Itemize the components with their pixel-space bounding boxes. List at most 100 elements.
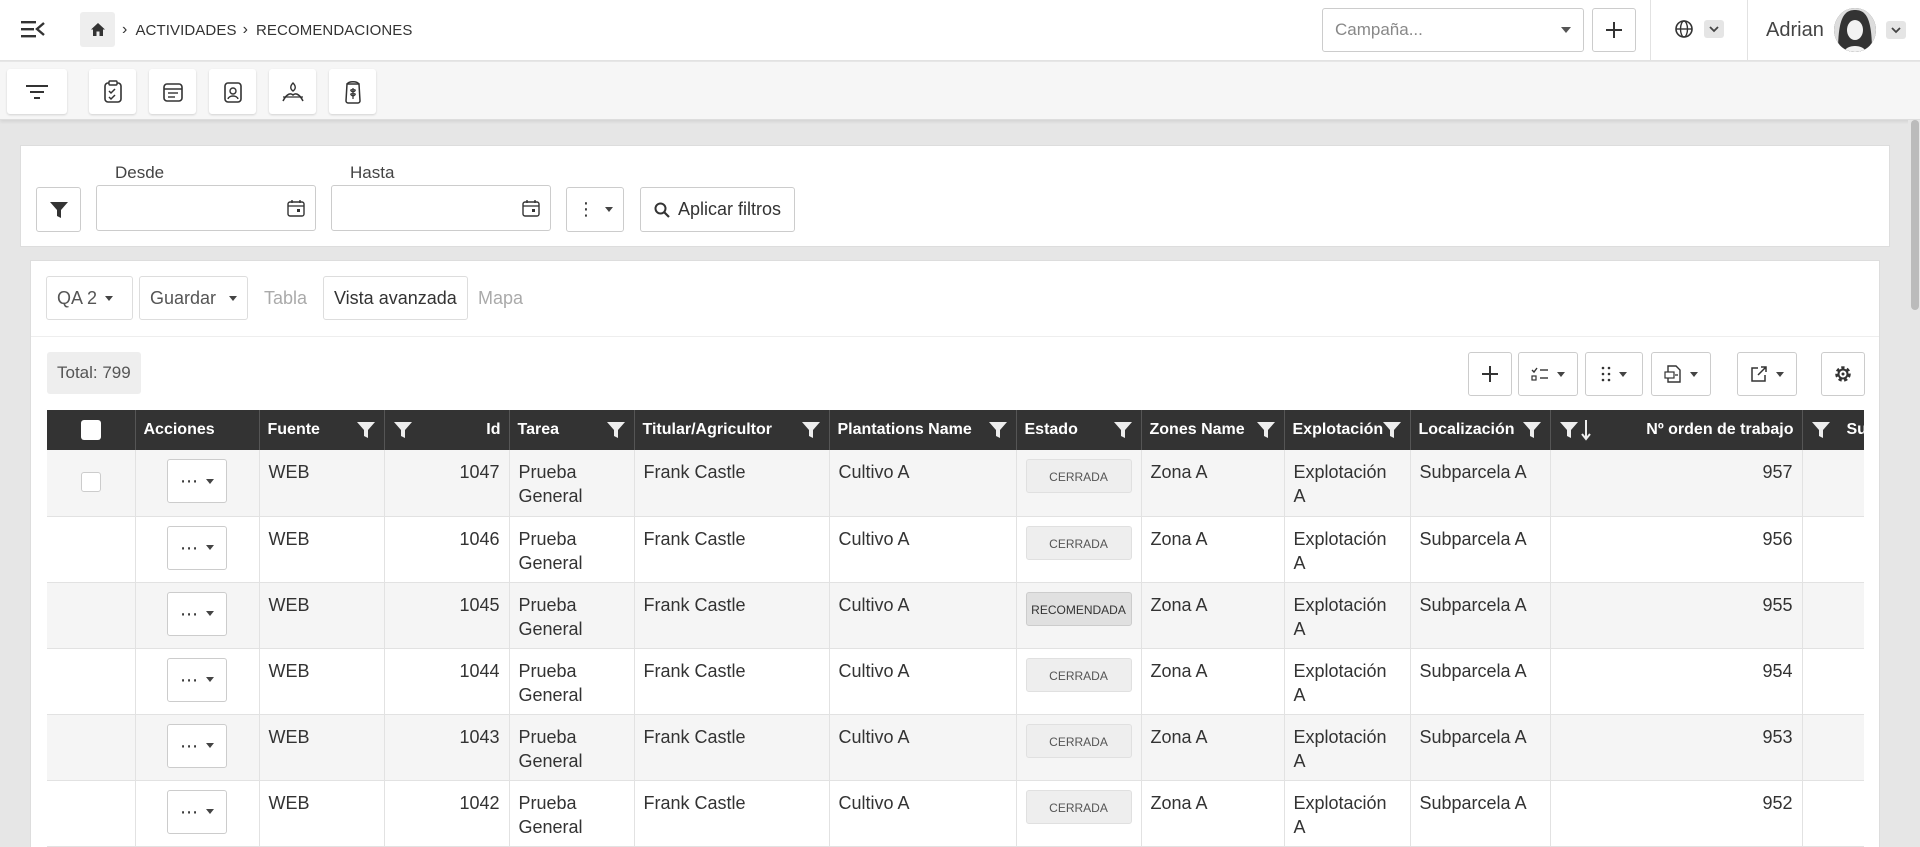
row-actions-button[interactable]: ⋯ [167, 591, 227, 636]
col-explotacion[interactable]: Explotación [1284, 410, 1411, 450]
funnel-icon[interactable] [1382, 420, 1402, 440]
select-all-checkbox[interactable] [80, 420, 101, 440]
col-orden-trabajo[interactable]: Nº orden de trabajo [1550, 410, 1803, 450]
cell-estado: CERRADA [1016, 714, 1142, 781]
breadcrumb-actividades[interactable]: ACTIVIDADES [135, 22, 236, 39]
funnel-icon[interactable] [988, 420, 1008, 440]
chevron-right-icon: › [242, 21, 248, 38]
supplies-module-button[interactable] [329, 69, 376, 114]
table-row[interactable]: ⋯ WEB 1047 Prueba General Frank Castle Cultiv… [47, 450, 1864, 517]
cell-orden: 957 [1550, 450, 1803, 517]
home-button[interactable] [80, 12, 115, 47]
cell-su [1802, 648, 1864, 715]
menu-toggle-icon[interactable] [20, 18, 48, 42]
user-name: Adrian [1766, 18, 1824, 41]
cell-tarea: Prueba General [509, 450, 635, 517]
fields-module-button[interactable] [269, 69, 316, 114]
more-horizontal-icon: ⋯ [180, 603, 198, 624]
chevron-down-icon [1704, 20, 1724, 38]
row-checkbox[interactable] [80, 472, 101, 492]
caret-down-icon [206, 677, 214, 682]
col-plantations-name[interactable]: Plantations Name [829, 410, 1017, 450]
row-actions-button[interactable]: ⋯ [167, 723, 227, 768]
col-su-label: Su [1846, 421, 1865, 438]
search-icon [654, 202, 670, 218]
funnel-icon[interactable] [1811, 420, 1831, 440]
table-row[interactable]: ⋯ WEB 1044 Prueba General Frank Castle Cultiv… [47, 648, 1864, 715]
campaign-select[interactable]: Campaña... [1322, 8, 1584, 52]
row-actions-button[interactable]: ⋯ [167, 525, 227, 570]
cell-explotacion: Explotación A [1284, 714, 1411, 781]
add-record-button[interactable] [1468, 352, 1512, 396]
col-id[interactable]: Id [384, 410, 510, 450]
add-campaign-button[interactable] [1592, 8, 1636, 52]
calendar-icon[interactable] [522, 199, 540, 217]
col-fuente[interactable]: Fuente [259, 410, 385, 450]
cell-plantation: Cultivo A [829, 648, 1017, 715]
calendar-icon[interactable] [287, 199, 305, 217]
cell-id: 1047 [384, 450, 510, 517]
planning-module-button[interactable] [149, 69, 196, 114]
more-filters-button[interactable]: ⋮ [566, 187, 624, 232]
activities-module-button[interactable] [89, 69, 136, 114]
filter-toggle-button[interactable] [36, 187, 81, 232]
cell-fuente: WEB [259, 714, 385, 781]
col-plantations-label: Plantations Name [837, 421, 972, 438]
language-selector[interactable] [1674, 19, 1724, 39]
cell-zone: Zona A [1141, 648, 1285, 715]
campaign-placeholder: Campaña... [1335, 20, 1423, 39]
sort-desc-icon[interactable] [1580, 419, 1591, 441]
caret-down-icon [605, 207, 613, 212]
funnel-icon[interactable] [1256, 420, 1276, 440]
funnel-icon[interactable] [606, 420, 626, 440]
user-menu[interactable]: Adrian [1766, 8, 1906, 52]
page-scrollbar[interactable] [1908, 120, 1920, 847]
table-settings-button[interactable] [1821, 352, 1865, 396]
col-zones-label: Zones Name [1149, 421, 1245, 438]
col-estado[interactable]: Estado [1016, 410, 1142, 450]
row-actions-button[interactable]: ⋯ [167, 789, 227, 834]
share-button[interactable] [1737, 352, 1797, 396]
save-view-button[interactable]: Guardar [139, 276, 248, 320]
table-row[interactable]: ⋯ WEB 1046 Prueba General Frank Castle Cultiv… [47, 516, 1864, 583]
toggle-filters-button[interactable] [7, 69, 67, 114]
funnel-icon[interactable] [393, 420, 413, 440]
caret-down-icon [229, 295, 237, 301]
funnel-icon[interactable] [1559, 420, 1579, 440]
row-grouping-button[interactable] [1585, 352, 1643, 396]
table-row[interactable]: ⋯ WEB 1045 Prueba General Frank Castle Cultiv… [47, 582, 1864, 649]
col-tarea[interactable]: Tarea [509, 410, 635, 450]
layout-select[interactable]: QA 2 [46, 276, 133, 320]
row-actions-button[interactable]: ⋯ [167, 657, 227, 702]
scrollbar-thumb[interactable] [1911, 120, 1919, 310]
table-row[interactable]: ⋯ WEB 1043 Prueba General Frank Castle Cultiv… [47, 714, 1864, 781]
to-date-input[interactable] [331, 185, 551, 231]
cell-localizacion: Subparcela A [1410, 582, 1551, 649]
row-actions-button[interactable]: ⋯ [167, 459, 227, 503]
caret-down-icon [1619, 371, 1627, 377]
funnel-icon[interactable] [356, 420, 376, 440]
col-su[interactable]: Su [1802, 410, 1864, 450]
caret-down-icon [1690, 371, 1698, 377]
tab-mapa[interactable]: Mapa [468, 276, 534, 320]
from-label: Desde [115, 163, 165, 182]
caret-down-icon [206, 545, 214, 550]
cell-plantation: Cultivo A [829, 780, 1017, 847]
funnel-icon[interactable] [1113, 420, 1133, 440]
col-localizacion[interactable]: Localización [1410, 410, 1551, 450]
cell-zone: Zona A [1141, 516, 1285, 583]
from-date-input[interactable] [96, 185, 316, 231]
cell-su [1802, 714, 1864, 781]
cell-plantation: Cultivo A [829, 714, 1017, 781]
table-row[interactable]: ⋯ WEB 1042 Prueba General Frank Castle Cultiv… [47, 780, 1864, 847]
tab-tabla[interactable]: Tabla [254, 276, 318, 320]
funnel-icon[interactable] [1522, 420, 1542, 440]
funnel-icon[interactable] [801, 420, 821, 440]
apply-filters-button[interactable]: Aplicar filtros [640, 187, 795, 232]
col-zones-name[interactable]: Zones Name [1141, 410, 1285, 450]
column-select-button[interactable] [1518, 352, 1578, 396]
col-titular[interactable]: Titular/Agricultor [634, 410, 830, 450]
workers-module-button[interactable] [209, 69, 256, 114]
tab-vista-avanzada[interactable]: Vista avanzada [323, 276, 468, 320]
export-button[interactable] [1651, 352, 1711, 396]
